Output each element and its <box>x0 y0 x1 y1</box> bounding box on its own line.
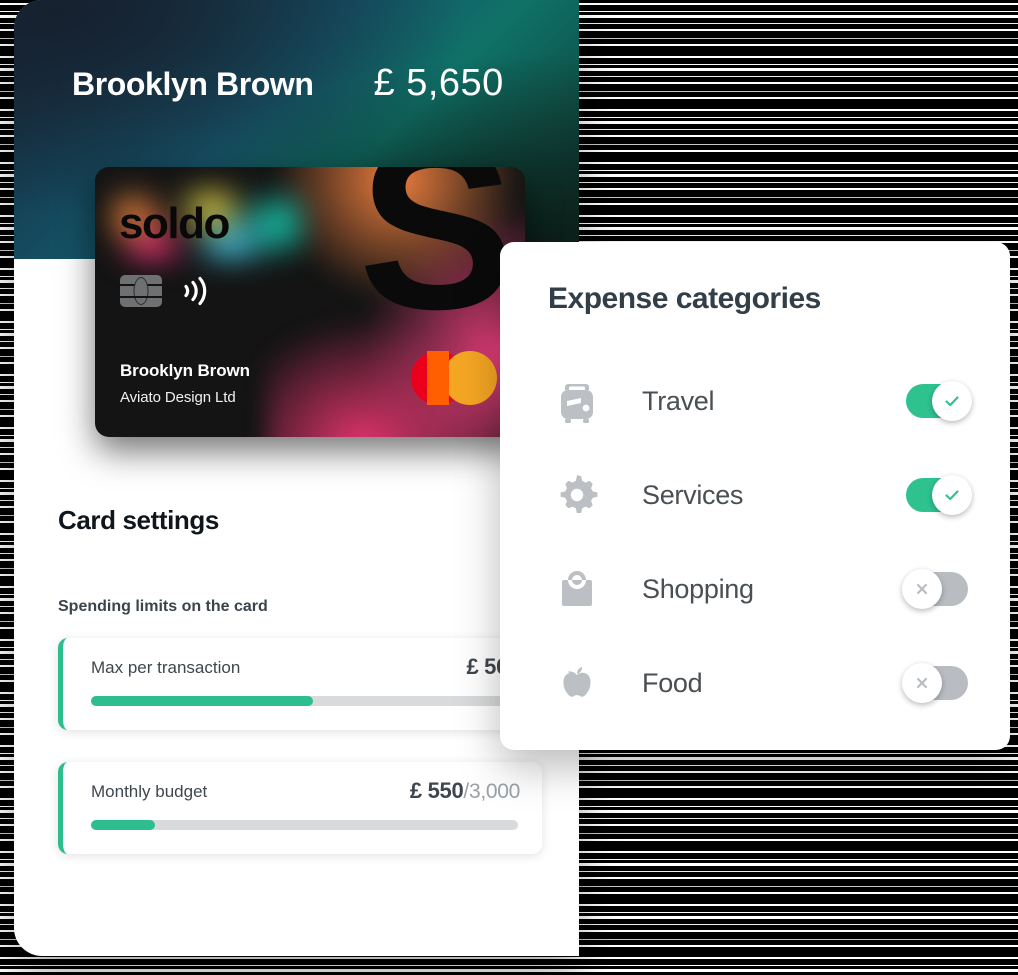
category-label: Food <box>642 667 703 698</box>
category-label: Shopping <box>642 573 754 604</box>
limit-progress-fill <box>91 696 314 706</box>
mastercard-overlap <box>427 351 449 405</box>
card-settings-section: Card settings Spending limits on the car… <box>58 505 549 854</box>
category-row-food[interactable]: Food <box>548 636 968 730</box>
gear-icon <box>560 475 598 513</box>
category-row-shopping[interactable]: Shopping <box>548 542 968 636</box>
card-company-name: Aviato Design Ltd <box>120 389 236 406</box>
chip-icon <box>120 275 162 307</box>
limit-denominator: /3,000 <box>463 780 520 803</box>
hero-row: Brooklyn Brown £ 5,650 <box>72 62 539 105</box>
account-balance: £ 5,650 <box>373 62 504 104</box>
chip-oval <box>133 277 149 305</box>
spending-limits-subtitle: Spending limits on the card <box>58 598 268 615</box>
limit-label: Max per transaction <box>91 658 241 677</box>
limit-card-max-per-transaction[interactable]: Max per transaction £ 500 <box>58 638 542 730</box>
limit-label: Monthly budget <box>91 782 208 801</box>
screenshot-stage: Brooklyn Brown £ 5,650 S soldo Brooklyn … <box>0 0 1018 975</box>
check-icon <box>945 490 959 501</box>
category-row-services[interactable]: Services <box>548 448 972 542</box>
soldo-logo-text: soldo <box>119 199 230 248</box>
expense-categories-list: Travel Services Shopping Food <box>548 354 972 730</box>
limit-value: £ 550/3,000 <box>410 778 520 804</box>
category-toggle-food[interactable] <box>902 663 968 703</box>
mastercard-icon <box>411 351 497 405</box>
limit-progress-fill <box>91 820 156 830</box>
expense-categories-panel: Expense categories Travel Services Shopp… <box>500 242 1010 750</box>
toggle-knob <box>902 569 942 609</box>
card-holder-name: Brooklyn Brown <box>120 361 250 380</box>
mastercard-amber-circle <box>443 351 497 405</box>
category-toggle-services[interactable] <box>906 475 972 515</box>
soldo-logo: soldo <box>109 185 305 263</box>
limit-amount: £ 550 <box>409 778 464 803</box>
contactless-icon <box>184 276 207 306</box>
limit-progress-track[interactable] <box>91 696 518 706</box>
limit-progress-track[interactable] <box>91 820 518 830</box>
soldo-monogram: S <box>358 167 515 358</box>
bag-icon <box>562 571 592 606</box>
category-label: Services <box>642 479 744 510</box>
check-icon <box>945 396 959 407</box>
limit-card-monthly-budget[interactable]: Monthly budget £ 550/3,000 <box>58 762 542 854</box>
toggle-knob <box>932 381 972 421</box>
payment-card[interactable]: S soldo Brooklyn Brown Aviato Design Ltd <box>95 167 525 437</box>
close-icon <box>916 583 928 595</box>
apple-icon <box>563 667 591 697</box>
close-icon <box>916 677 928 689</box>
category-label: Travel <box>642 385 715 416</box>
category-toggle-travel[interactable] <box>906 381 972 421</box>
toggle-knob <box>902 663 942 703</box>
page-title: Card settings <box>58 505 219 535</box>
category-toggle-shopping[interactable] <box>902 569 968 609</box>
suitcase-icon <box>561 384 593 423</box>
card-detail-panel: Brooklyn Brown £ 5,650 S soldo Brooklyn … <box>14 0 579 956</box>
category-row-travel[interactable]: Travel <box>548 354 972 448</box>
user-name: Brooklyn Brown <box>72 66 314 102</box>
expense-categories-title: Expense categories <box>548 282 821 315</box>
toggle-knob <box>932 475 972 515</box>
